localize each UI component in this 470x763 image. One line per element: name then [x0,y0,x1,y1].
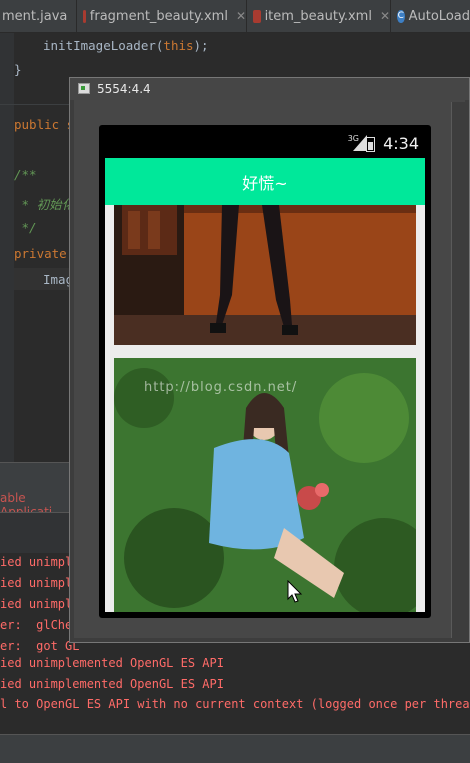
emulator-title-bar[interactable]: 5554:4.4 [70,78,469,100]
log-line: er: got GL [0,639,80,653]
code-line[interactable]: private [14,246,67,261]
tab-java-file[interactable]: ment.java ✕ [0,0,77,32]
tab-label: fragment_beauty.xml [89,8,228,24]
code-line[interactable]: */ [14,220,37,235]
log-line: ied unimple [0,576,80,590]
code-line[interactable]: * 初始化 [14,194,75,213]
emulator-window-icon [78,83,90,94]
battery-icon [366,137,375,152]
code-line[interactable]: public s [14,117,74,132]
code-line[interactable]: /** [14,167,37,182]
run-panel-header [0,462,70,487]
log-line: l to OpenGL ES API with no current conte… [0,697,470,711]
app-action-bar: 好慌~ [105,158,425,205]
app-title: 好慌~ [242,173,288,193]
photo-girl-image [114,358,416,612]
editor-gutter [0,33,14,463]
emulator-side-panel [451,102,466,638]
method-separator [0,104,70,105]
tab-label: item_beauty.xml [264,8,372,24]
ide-status-bar [0,734,470,763]
log-line: ied unimplemented OpenGL ES API [0,656,224,670]
list-item-photo[interactable] [114,205,416,345]
tab-autoloader[interactable]: C AutoLoad [391,0,470,32]
tab-label: ment.java [2,8,68,24]
mouse-cursor-icon [287,580,303,603]
code-line[interactable]: } [14,62,22,77]
log-line: ied unimple [0,555,80,569]
close-icon[interactable]: ✕ [236,9,246,23]
emulator-window-title: 5554:4.4 [97,82,151,96]
close-icon[interactable]: ✕ [380,9,390,23]
photo-legs-image [114,205,416,345]
xml-file-icon [253,9,261,23]
log-line: ied unimple [0,597,80,611]
image-list[interactable]: http://blog.csdn.net/ [105,205,425,612]
class-icon: C [397,9,405,23]
log-line: ied unimplemented OpenGL ES API [0,677,224,691]
editor-tab-bar: ment.java ✕ fragment_beauty.xml ✕ item_b… [0,0,470,33]
run-panel-toolbar [0,512,70,553]
list-item-photo[interactable]: http://blog.csdn.net/ [114,358,416,612]
code-line[interactable]: initImageLoader(this); [43,38,209,53]
run-config-tab[interactable]: able Applicati [0,486,70,519]
tab-fragment-beauty-xml[interactable]: fragment_beauty.xml ✕ [77,0,247,32]
image-watermark: http://blog.csdn.net/ [144,380,298,395]
log-line: er: glChec [0,618,80,632]
tab-label: AutoLoad [408,8,470,24]
status-time: 4:34 [383,134,419,153]
xml-file-icon [83,9,86,23]
tab-item-beauty-xml[interactable]: item_beauty.xml ✕ [247,0,391,32]
android-status-bar: 3G 4:34 [105,130,425,158]
signal-icon [353,135,367,151]
